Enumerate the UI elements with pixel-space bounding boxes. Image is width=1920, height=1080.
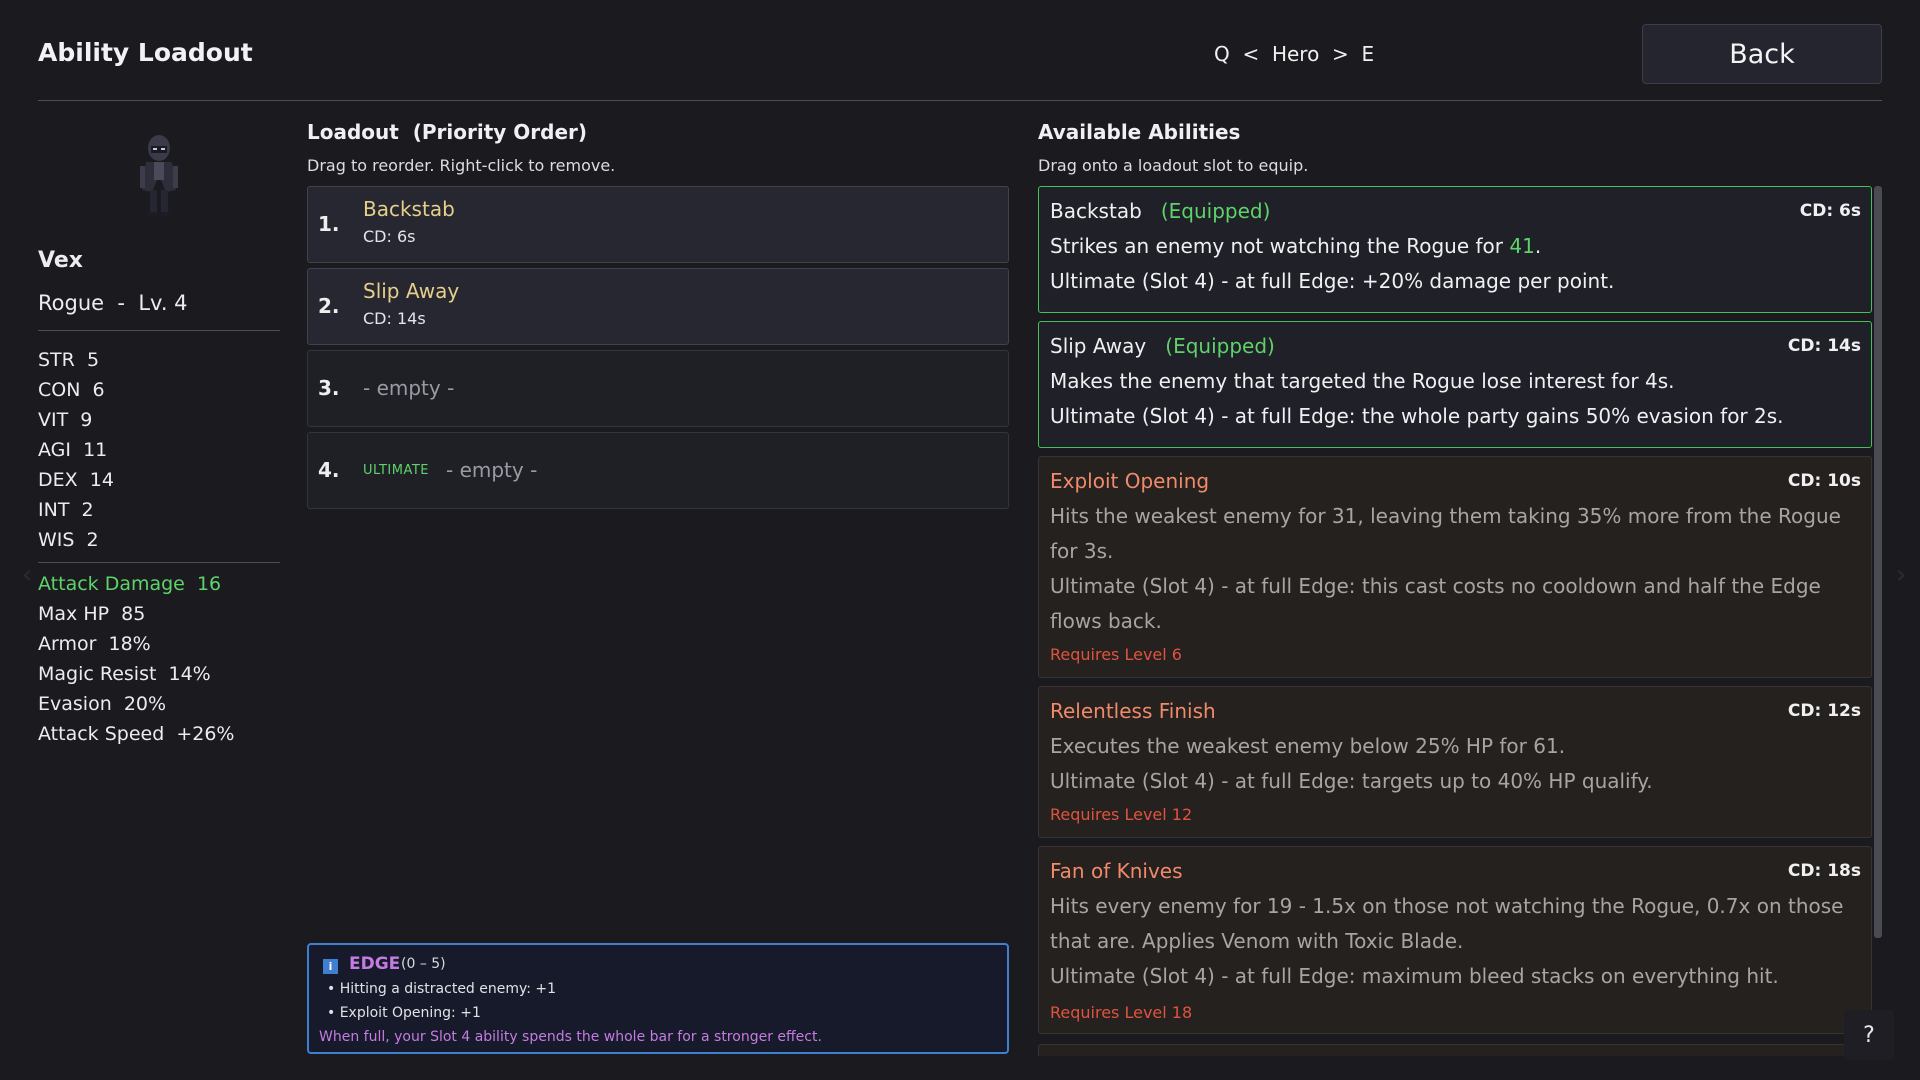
level-requirement: Requires Level 18 — [1050, 1003, 1193, 1022]
slot-number: 3. — [318, 376, 340, 400]
edge-description: When full, your Slot 4 ability spends th… — [319, 1029, 822, 1045]
ability-desc-text: . — [1534, 234, 1542, 258]
base-stats-list: STR 5 CON 6 VIT 9 AGI 11 DEX 14 INT 2 WI… — [38, 345, 114, 555]
slot-empty-label: - empty - — [363, 376, 455, 400]
ability-ultimate-text: Ultimate (Slot 4) - at full Edge: the wh… — [1050, 404, 1784, 428]
ability-ultimate-text: Ultimate (Slot 4) - at full Edge: +20% d… — [1050, 269, 1615, 293]
ability-card-relentless-finish[interactable]: Relentless Finish CD: 12s Executes the w… — [1038, 686, 1872, 838]
derived-stats-list: Attack Damage 16 Max HP 85 Armor 18% Mag… — [38, 569, 235, 749]
loadout-title: Loadout (Priority Order) — [307, 120, 588, 144]
ability-cooldown: CD: 10s — [1787, 471, 1861, 491]
ability-card-exploit-opening[interactable]: Exploit Opening CD: 10s Hits the weakest… — [1038, 456, 1872, 678]
info-icon: i — [323, 959, 338, 974]
scroll-right-arrow-icon: › — [1896, 560, 1907, 590]
ability-card-slip-away[interactable]: Slip Away (Equipped) CD: 14s Makes the e… — [1038, 321, 1872, 448]
character-class-level: Rogue - Lv. 4 — [38, 291, 188, 315]
stat-max-hp: Max HP 85 — [38, 603, 146, 625]
help-button[interactable]: ? — [1844, 1010, 1894, 1060]
hooded-rogue-avatar-icon — [140, 135, 178, 217]
ability-description: Makes the enemy that targeted the Rogue … — [1050, 369, 1675, 393]
ability-description: Executes the weakest enemy below 25% HP … — [1050, 734, 1566, 758]
abilities-subtitle: Drag onto a loadout slot to equip. — [1038, 156, 1309, 175]
slot-empty-label: - empty - — [446, 458, 538, 482]
slot-cooldown: CD: 6s — [363, 227, 416, 246]
edge-range: (0 – 5) — [401, 956, 446, 972]
edge-gain-rule: • Exploit Opening: +1 — [327, 1005, 481, 1021]
stat-vit: VIT 9 — [38, 409, 93, 431]
edge-resource-panel: i EDGE (0 – 5) • Hitting a distracted en… — [307, 943, 1009, 1054]
ability-card-backstab[interactable]: Backstab (Equipped) CD: 6s Strikes an en… — [1038, 186, 1872, 313]
stat-agi: AGI 11 — [38, 439, 108, 461]
ability-name: Backstab (Equipped) — [1050, 199, 1270, 223]
loadout-slot-3[interactable]: 3. - empty - — [307, 350, 1009, 427]
character-name: Vex — [38, 248, 83, 273]
prev-hero-arrow[interactable]: < — [1242, 42, 1259, 66]
slot-ability-name: Slip Away — [363, 279, 460, 303]
prev-hero-key[interactable]: Q — [1214, 42, 1230, 66]
ability-ultimate-text: Ultimate (Slot 4) - at full Edge: this c… — [1050, 574, 1821, 633]
slot-number: 1. — [318, 212, 340, 236]
ability-ultimate-text: Ultimate (Slot 4) - at full Edge: maximu… — [1050, 964, 1779, 988]
ability-desc-text: Strikes an enemy not watching the Rogue … — [1050, 234, 1510, 258]
level-requirement: Requires Level 12 — [1050, 805, 1193, 824]
slot-cooldown: CD: 14s — [363, 309, 426, 328]
slot-ability-name: Backstab — [363, 197, 455, 221]
stat-attack-speed: Attack Speed +26% — [38, 723, 235, 745]
ability-name: Relentless Finish — [1050, 699, 1216, 723]
ability-ultimate-text: Ultimate (Slot 4) - at full Edge: target… — [1050, 769, 1653, 793]
ability-cooldown: CD: 6s — [1799, 201, 1861, 221]
ability-description: Hits every enemy for 19 - 1.5x on those … — [1050, 894, 1844, 953]
header-divider — [38, 100, 1882, 101]
ability-name: Fan of Knives — [1050, 859, 1183, 883]
ability-cooldown: CD: 12s — [1787, 701, 1861, 721]
next-hero-key[interactable]: E — [1362, 42, 1375, 66]
ability-cooldown: CD: 14s — [1787, 336, 1861, 356]
stat-str: STR 5 — [38, 349, 100, 371]
ability-name-text: Slip Away — [1050, 334, 1147, 358]
back-button[interactable]: Back — [1642, 24, 1882, 84]
ultimate-tag: ULTIMATE — [363, 463, 429, 478]
equipped-badge: (Equipped) — [1165, 334, 1275, 358]
ability-name: Exploit Opening — [1050, 469, 1210, 493]
stat-con: CON 6 — [38, 379, 105, 401]
stat-magic-resist: Magic Resist 14% — [38, 663, 211, 685]
ability-name-text: Backstab — [1050, 199, 1142, 223]
stat-wis: WIS 2 — [38, 529, 99, 551]
loadout-subtitle: Drag to reorder. Right-click to remove. — [307, 156, 616, 175]
stat-armor: Armor 18% — [38, 633, 151, 655]
loadout-slot-2[interactable]: 2. Slip Away CD: 14s — [307, 268, 1009, 345]
stat-dex: DEX 14 — [38, 469, 114, 491]
loadout-slot-1[interactable]: 1. Backstab CD: 6s — [307, 186, 1009, 263]
level-requirement: Requires Level 6 — [1050, 645, 1182, 664]
ability-cooldown: CD: 18s — [1787, 861, 1861, 881]
stat-evasion: Evasion 20% — [38, 693, 167, 715]
page-title: Ability Loadout — [38, 38, 253, 67]
scroll-left-arrow-icon: ‹ — [22, 560, 33, 590]
ability-description: Hits the weakest enemy for 31, leaving t… — [1050, 504, 1841, 563]
ability-description: Strikes an enemy not watching the Rogue … — [1050, 229, 1857, 264]
slot-number: 2. — [318, 294, 340, 318]
ability-name: Slip Away (Equipped) — [1050, 334, 1275, 358]
hero-switcher-label: Hero — [1271, 42, 1320, 66]
hero-switcher: Q < Hero > E — [1214, 42, 1374, 66]
edge-name: EDGE — [349, 954, 401, 974]
stat-int: INT 2 — [38, 499, 94, 521]
stats-divider — [38, 330, 280, 331]
stat-attack-damage: Attack Damage 16 — [38, 573, 222, 595]
equipped-badge: (Equipped) — [1160, 199, 1271, 223]
abilities-title: Available Abilities — [1038, 120, 1241, 144]
next-hero-arrow[interactable]: > — [1332, 42, 1349, 66]
damage-value: 41 — [1509, 234, 1535, 258]
abilities-scrollbar[interactable] — [1874, 186, 1882, 938]
slot-number: 4. — [318, 458, 340, 482]
edge-gain-rule: • Hitting a distracted enemy: +1 — [327, 981, 557, 997]
loadout-slot-4-ultimate[interactable]: 4. ULTIMATE - empty - — [307, 432, 1009, 509]
ability-card-fan-of-knives[interactable]: Fan of Knives CD: 18s Hits every enemy f… — [1038, 846, 1872, 1034]
ability-card-partial[interactable] — [1038, 1044, 1872, 1056]
derived-stats-divider — [38, 562, 280, 563]
